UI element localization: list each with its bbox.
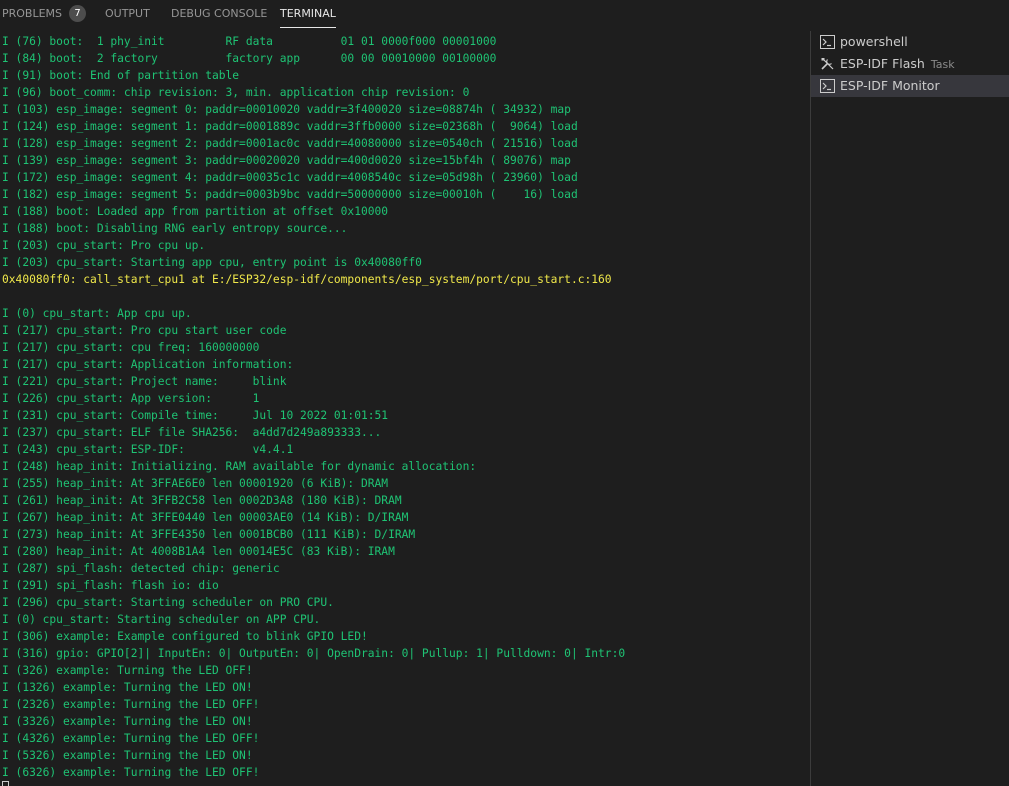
tab-problems-label: PROBLEMS: [2, 7, 63, 20]
terminal-line: I (221) cpu_start: Project name: blink: [2, 375, 287, 388]
terminal-line: I (96) boot_comm: chip revision: 3, min.…: [2, 86, 470, 99]
terminal-line: I (255) heap_init: At 3FFAE6E0 len 00001…: [2, 477, 389, 490]
terminal-line: I (3326) example: Turning the LED ON!: [2, 715, 253, 728]
terminal-line: I (316) gpio: GPIO[2]| InputEn: 0| Outpu…: [2, 647, 626, 660]
problems-count-badge: 7: [69, 5, 86, 22]
terminal-line: I (76) boot: 1 phy_init RF data 01 01 00…: [2, 35, 497, 48]
terminal-line: I (287) spi_flash: detected chip: generi…: [2, 562, 280, 575]
terminal-line: I (280) heap_init: At 4008B1A4 len 00014…: [2, 545, 395, 558]
terminal-line: I (124) esp_image: segment 1: paddr=0001…: [2, 120, 578, 133]
terminal-line: I (203) cpu_start: Starting app cpu, ent…: [2, 256, 422, 269]
terminal-line: I (243) cpu_start: ESP-IDF: v4.4.1: [2, 443, 294, 456]
terminal-item-powershell[interactable]: powershell: [811, 31, 1009, 53]
terminal-line: I (217) cpu_start: Application informati…: [2, 358, 294, 371]
active-tab-indicator: [280, 27, 336, 28]
terminal-line: I (2326) example: Turning the LED OFF!: [2, 698, 260, 711]
terminal-line: I (217) cpu_start: cpu freq: 160000000: [2, 341, 260, 354]
terminal-line-highlight: 0x40080ff0: call_start_cpu1 at E:/ESP32/…: [2, 273, 612, 286]
terminal-line: I (226) cpu_start: App version: 1: [2, 392, 260, 405]
terminal-line: I (84) boot: 2 factory factory app 00 00…: [2, 52, 497, 65]
terminal-line: I (172) esp_image: segment 4: paddr=0003…: [2, 171, 578, 184]
terminal-icon: [820, 79, 835, 93]
terminal-line: I (1326) example: Turning the LED ON!: [2, 681, 253, 694]
terminal-line: I (291) spi_flash: flash io: dio: [2, 579, 219, 592]
terminal-line: I (231) cpu_start: Compile time: Jul 10 …: [2, 409, 389, 422]
tools-icon: [821, 58, 834, 70]
terminal-line: I (103) esp_image: segment 0: paddr=0001…: [2, 103, 571, 116]
terminal-line: I (273) heap_init: At 3FFE4350 len 0001B…: [2, 528, 416, 541]
terminal-list-divider[interactable]: [810, 31, 811, 786]
tab-output[interactable]: OUTPUT: [105, 0, 150, 30]
terminal-line: I (203) cpu_start: Pro cpu up.: [2, 239, 206, 252]
terminal-line: I (296) cpu_start: Starting scheduler on…: [2, 596, 334, 609]
terminal-line: I (217) cpu_start: Pro cpu start user co…: [2, 324, 287, 337]
tab-problems[interactable]: PROBLEMS 7: [2, 0, 86, 30]
terminal-item-label: powershell: [840, 34, 908, 49]
terminal-output[interactable]: I (76) boot: 1 phy_init RF data 01 01 00…: [0, 33, 810, 786]
terminal-line: I (182) esp_image: segment 5: paddr=0003…: [2, 188, 578, 201]
terminal-line: I (0) cpu_start: App cpu up.: [2, 307, 192, 320]
terminal-item-esp-idf-flash[interactable]: ESP-IDF Flash Task: [811, 53, 1009, 75]
terminal-icon: [820, 35, 835, 49]
terminal-line: I (128) esp_image: segment 2: paddr=0001…: [2, 137, 578, 150]
terminal-line: I (6326) example: Turning the LED OFF!: [2, 766, 260, 779]
terminal-line: I (237) cpu_start: ELF file SHA256: a4dd…: [2, 426, 382, 439]
tab-debug-console[interactable]: DEBUG CONSOLE: [171, 0, 267, 30]
tab-terminal-label: TERMINAL: [280, 7, 336, 20]
terminal-line: I (91) boot: End of partition table: [2, 69, 240, 82]
terminal-line: I (4326) example: Turning the LED OFF!: [2, 732, 260, 745]
terminal-line: I (139) esp_image: segment 3: paddr=0002…: [2, 154, 571, 167]
terminal-list: powershell ESP-IDF Flash Task ESP-IDF Mon…: [811, 31, 1009, 97]
terminal-line: I (261) heap_init: At 3FFB2C58 len 0002D…: [2, 494, 402, 507]
terminal-line: I (188) boot: Loaded app from partition …: [2, 205, 389, 218]
terminal-item-label: ESP-IDF Monitor: [840, 78, 940, 93]
terminal-cursor: [2, 781, 9, 786]
terminal-line: I (306) example: Example configured to b…: [2, 630, 368, 643]
terminal-item-sublabel: Task: [930, 58, 955, 71]
terminal-line: I (0) cpu_start: Starting scheduler on A…: [2, 613, 321, 626]
terminal-line: I (248) heap_init: Initializing. RAM ava…: [2, 460, 477, 473]
tab-output-label: OUTPUT: [105, 7, 150, 20]
tab-terminal[interactable]: TERMINAL: [280, 0, 336, 30]
panel-tab-bar: PROBLEMS 7 OUTPUT DEBUG CONSOLE TERMINAL: [0, 0, 1009, 30]
terminal-line: I (267) heap_init: At 3FFE0440 len 00003…: [2, 511, 409, 524]
terminal-item-label: ESP-IDF Flash: [840, 56, 925, 71]
terminal-line: I (5326) example: Turning the LED ON!: [2, 749, 253, 762]
tab-debug-console-label: DEBUG CONSOLE: [171, 7, 268, 20]
terminal-item-esp-idf-monitor[interactable]: ESP-IDF Monitor: [811, 75, 1009, 97]
terminal-line: I (188) boot: Disabling RNG early entrop…: [2, 222, 348, 235]
terminal-line: I (326) example: Turning the LED OFF!: [2, 664, 253, 677]
